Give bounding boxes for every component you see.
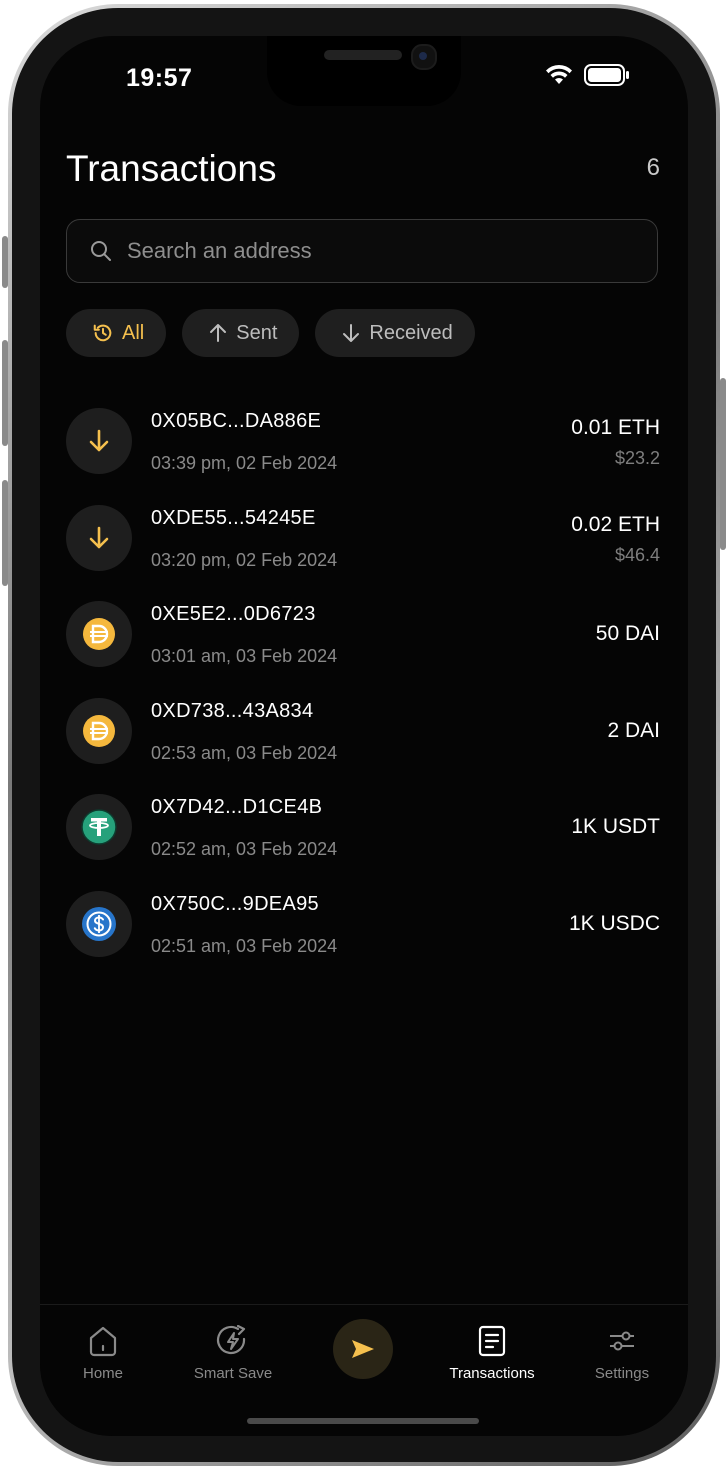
- transaction-address: 0X05BC...DA886E: [151, 410, 322, 432]
- transaction-address: 0X750C...9DEA95: [151, 892, 319, 915]
- transaction-row[interactable]: 0X05BC...DA886E 03:39 pm, 02 Feb 2024 0.…: [66, 408, 660, 505]
- status-icons: [544, 64, 630, 86]
- status-time: 19:57: [126, 64, 193, 92]
- transactions-icon: [478, 1325, 506, 1357]
- volume-up-button: [2, 340, 8, 446]
- search-box[interactable]: [66, 219, 658, 283]
- filter-all-chip[interactable]: All: [66, 309, 167, 357]
- tab-settings-label: Settings: [594, 1365, 650, 1382]
- transaction-time: 02:52 am, 03 Feb 2024: [151, 839, 338, 859]
- transaction-time: 03:39 pm, 02 Feb 2024: [151, 453, 338, 473]
- history-icon: [93, 324, 112, 342]
- send-icon: [352, 1340, 374, 1358]
- tab-settings[interactable]: Settings: [562, 1325, 682, 1382]
- transaction-amount: 1K USDC: [568, 911, 660, 935]
- transaction-row[interactable]: 0XD738...43A834 02:53 am, 03 Feb 2024 2 …: [66, 697, 660, 795]
- smart-save-icon: [216, 1325, 246, 1355]
- dai-token-icon: [66, 601, 132, 667]
- transaction-time: 03:01 am, 03 Feb 2024: [151, 646, 338, 666]
- transaction-time: 02:51 am, 03 Feb 2024: [151, 935, 338, 956]
- transaction-row[interactable]: 0XE5E2...0D6723 03:01 am, 03 Feb 2024 50…: [66, 601, 660, 698]
- silent-switch: [2, 236, 8, 288]
- transaction-row[interactable]: 0XDE55...54245E 03:20 pm, 02 Feb 2024 0.…: [66, 504, 660, 602]
- transaction-address: 0X7D42...D1CE4B: [151, 796, 323, 818]
- transaction-fiat-value: $23.2: [614, 448, 660, 468]
- battery-icon: [584, 64, 629, 86]
- home-indicator[interactable]: [247, 1418, 479, 1424]
- dai-token-icon: [66, 697, 132, 764]
- transaction-address: 0XE5E2...0D6723: [151, 603, 316, 625]
- wifi-icon: [546, 64, 572, 84]
- filter-received-chip[interactable]: Received: [315, 309, 475, 357]
- transaction-fiat-value: $46.4: [614, 544, 660, 565]
- transaction-amount: 0.01 ETH: [571, 416, 660, 439]
- bottom-tab-bar: Home Smart Save Transactions Settings: [40, 1304, 688, 1436]
- speaker-grille: [324, 50, 402, 60]
- transaction-count: 6: [646, 154, 660, 181]
- transaction-address: 0XDE55...54245E: [151, 506, 316, 529]
- filter-sent-chip[interactable]: Sent: [182, 309, 300, 357]
- notch: [267, 36, 461, 106]
- transaction-amount: 1K USDT: [571, 815, 660, 838]
- tab-transactions-label: Transactions: [449, 1365, 535, 1382]
- filter-received-label: Received: [369, 321, 453, 344]
- arrow-down-icon: [343, 324, 360, 342]
- usdc-token-icon: [66, 890, 132, 957]
- transaction-address: 0XD738...43A834: [151, 699, 314, 722]
- page-title: Transactions: [66, 148, 277, 189]
- filter-all-label: All: [122, 321, 145, 344]
- front-camera: [411, 44, 437, 70]
- usdt-token-icon: [66, 794, 132, 860]
- transaction-amount: 50 DAI: [595, 622, 660, 645]
- home-icon: [89, 1326, 117, 1357]
- transaction-row[interactable]: 0X7D42...D1CE4B 02:52 am, 03 Feb 2024 1K…: [66, 794, 660, 891]
- send-button[interactable]: [333, 1319, 393, 1379]
- settings-sliders-icon: [610, 1331, 634, 1351]
- tab-transactions[interactable]: Transactions: [432, 1325, 552, 1382]
- transaction-time: 02:53 am, 03 Feb 2024: [151, 742, 338, 763]
- app-screen: 19:57 Transactions 6 All: [40, 36, 688, 1436]
- tab-smart-save[interactable]: Smart Save: [173, 1325, 293, 1382]
- arrow-up-icon: [210, 324, 227, 342]
- filter-sent-label: Sent: [236, 321, 278, 344]
- receive-arrow-icon: [66, 408, 132, 474]
- transaction-row[interactable]: 0X750C...9DEA95 02:51 am, 03 Feb 2024 1K…: [66, 890, 660, 988]
- transaction-time: 03:20 pm, 02 Feb 2024: [151, 549, 338, 570]
- tab-smart-save-label: Smart Save: [193, 1365, 273, 1382]
- transaction-amount: 2 DAI: [607, 718, 660, 742]
- search-icon: [91, 241, 111, 261]
- power-button: [720, 378, 726, 550]
- search-input[interactable]: [125, 237, 657, 265]
- transaction-amount: 0.02 ETH: [571, 512, 660, 536]
- receive-arrow-icon: [66, 504, 132, 571]
- tab-home[interactable]: Home: [43, 1325, 163, 1382]
- transaction-list: 0X05BC...DA886E 03:39 pm, 02 Feb 2024 0.…: [66, 408, 660, 987]
- filter-chips: All Sent Received: [66, 309, 475, 357]
- volume-down-button: [2, 480, 8, 586]
- tab-home-label: Home: [82, 1365, 123, 1382]
